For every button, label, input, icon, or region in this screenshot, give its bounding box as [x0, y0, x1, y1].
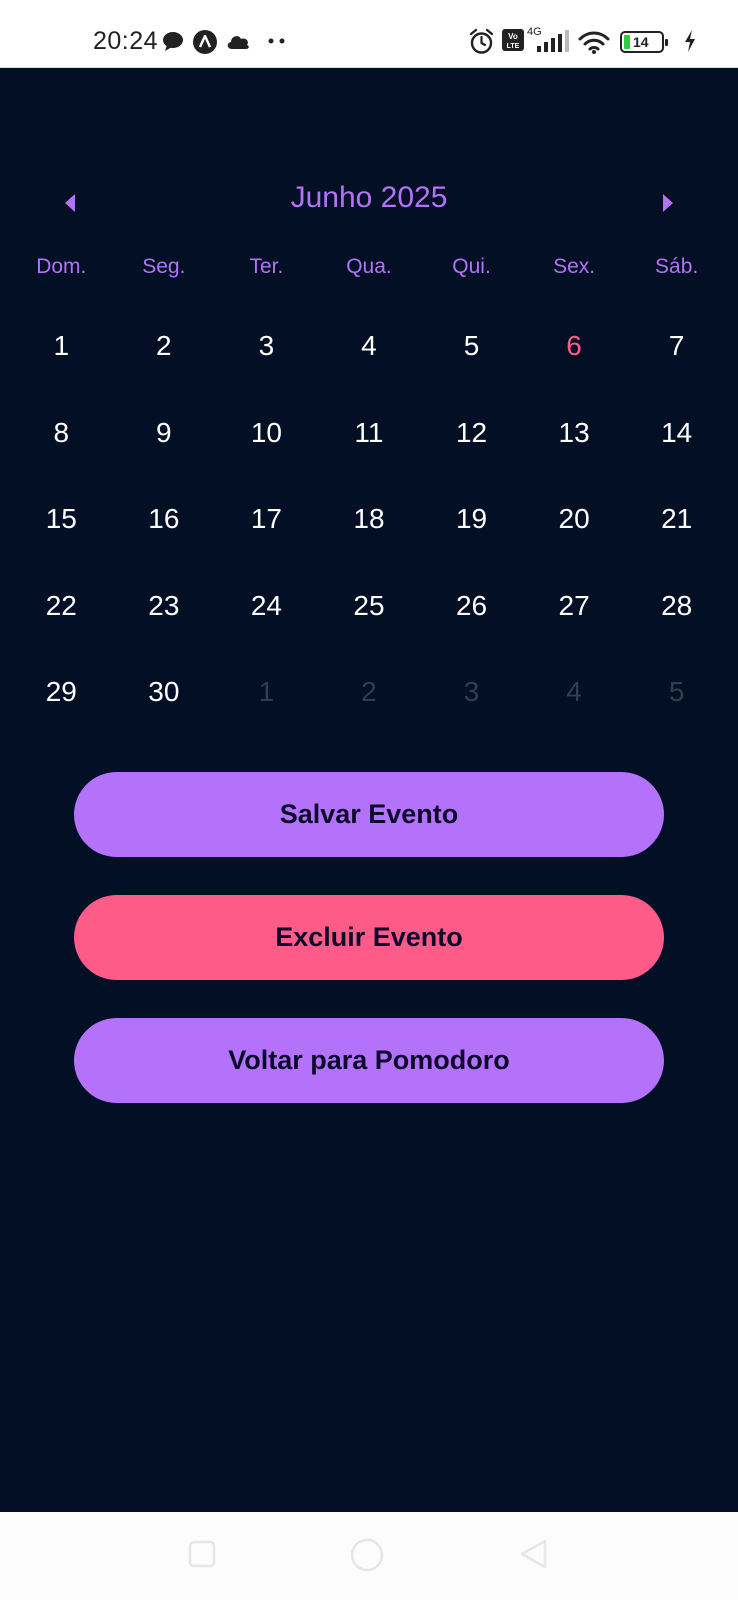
calendar-day[interactable]: 28 [625, 563, 728, 650]
month-title: Junho 2025 [290, 181, 448, 214]
calendar-day-grid: 1 2 3 4 5 6 7 8 9 10 11 12 13 14 15 16 17 18 19 20 21 22 23 24 2… [10, 303, 728, 736]
weekday-label: Sáb. [655, 255, 699, 278]
calendar-day[interactable]: 27 [523, 563, 626, 650]
calendar-day[interactable]: 3 [215, 303, 318, 390]
calendar-day[interactable]: 18 [318, 476, 421, 563]
calendar-day[interactable]: 23 [113, 563, 216, 650]
svg-text:Vo: Vo [508, 32, 518, 41]
weekday-label: Seg. [142, 255, 186, 278]
calendar-day[interactable]: 10 [215, 390, 318, 477]
charging-icon [685, 30, 695, 52]
calendar-day[interactable]: 7 [625, 303, 728, 390]
calendar-day[interactable]: 9 [113, 390, 216, 477]
home-circle-icon[interactable] [349, 1537, 385, 1573]
calendar-header: Junho 2025 [0, 168, 738, 228]
calendar-day[interactable]: 30 [113, 649, 216, 736]
volte-icon: Vo LTE [502, 29, 524, 51]
calendar-screen: Junho 2025 Dom. Seg. Ter. Qua. Qui. Sex.… [0, 68, 738, 1512]
weekday-label: Qua. [346, 255, 392, 278]
wifi-icon [578, 31, 610, 54]
calendar-day-today[interactable]: 6 [523, 303, 626, 390]
calendar-day[interactable]: 25 [318, 563, 421, 650]
calendar-day-other-month[interactable]: 2 [318, 649, 421, 736]
calendar-day[interactable]: 17 [215, 476, 318, 563]
calendar-day-other-month[interactable]: 3 [420, 649, 523, 736]
status-bar: 20:24 Vo LTE 4G 14 [0, 0, 738, 68]
calendar-day[interactable]: 20 [523, 476, 626, 563]
calendar-day[interactable]: 2 [113, 303, 216, 390]
calendar-day[interactable]: 22 [10, 563, 113, 650]
caret-right-icon [663, 194, 673, 212]
svg-text:LTE: LTE [507, 43, 520, 50]
calendar-day[interactable]: 5 [420, 303, 523, 390]
back-triangle-icon[interactable] [518, 1538, 548, 1570]
calendar-day[interactable]: 13 [523, 390, 626, 477]
calendar-day[interactable]: 29 [10, 649, 113, 736]
calendar-day[interactable]: 21 [625, 476, 728, 563]
calendar-day[interactable]: 26 [420, 563, 523, 650]
calendar-day[interactable]: 1 [10, 303, 113, 390]
calendar-day[interactable]: 24 [215, 563, 318, 650]
calendar-day[interactable]: 16 [113, 476, 216, 563]
calendar-day[interactable]: 4 [318, 303, 421, 390]
alarm-icon [469, 28, 494, 54]
calendar-day[interactable]: 12 [420, 390, 523, 477]
system-navigation-bar [0, 1512, 738, 1600]
signal-icon [537, 30, 569, 52]
weekday-header-row: Dom. Seg. Ter. Qua. Qui. Sex. Sáb. [10, 255, 728, 295]
calendar-day-other-month[interactable]: 1 [215, 649, 318, 736]
weekday-label: Dom. [36, 255, 87, 278]
back-to-pomodoro-button[interactable]: Voltar para Pomodoro [74, 1018, 664, 1103]
calendar-day-other-month[interactable]: 4 [523, 649, 626, 736]
more-dots-icon [268, 38, 285, 44]
calendar-day[interactable]: 15 [10, 476, 113, 563]
calendar-day-other-month[interactable]: 5 [625, 649, 728, 736]
calendar-day[interactable]: 14 [625, 390, 728, 477]
cloud-icon [227, 36, 249, 49]
recents-square-icon[interactable] [188, 1540, 216, 1568]
weekday-label: Sex. [553, 255, 596, 278]
battery-icon: 14 [620, 31, 668, 53]
next-month-button[interactable] [648, 183, 688, 223]
status-time: 20:24 [93, 27, 159, 55]
calendar-day[interactable]: 8 [10, 390, 113, 477]
navigation-a-icon [193, 30, 217, 54]
weekday-label: Qui. [452, 255, 491, 278]
delete-event-button[interactable]: Excluir Evento [74, 895, 664, 980]
weekday-label: Ter. [249, 255, 284, 278]
save-event-button[interactable]: Salvar Evento [74, 772, 664, 857]
calendar-day[interactable]: 19 [420, 476, 523, 563]
calendar-day[interactable]: 11 [318, 390, 421, 477]
battery-level: 14 [633, 34, 649, 50]
chat-bubble-icon [163, 32, 183, 51]
